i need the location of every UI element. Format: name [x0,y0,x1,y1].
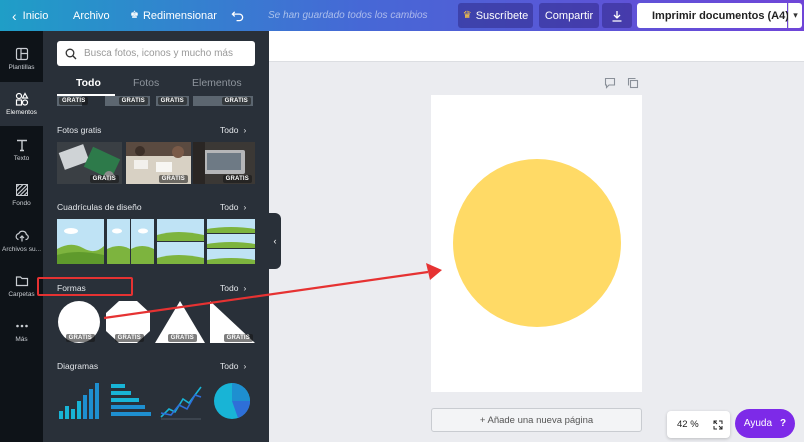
search-icon [65,48,77,59]
landscape-image [107,219,154,264]
yellow-circle-shape[interactable] [453,159,621,327]
triangle-shape[interactable]: GRATIS [155,301,205,343]
see-all-diagrams[interactable]: Todo › [220,361,246,371]
list-item[interactable]: GRATIS [156,96,189,106]
grid-template[interactable] [157,219,204,264]
print-options-button[interactable]: ▾ [788,3,802,28]
tab-elements[interactable]: Elementos [192,77,242,89]
right-triangle-shape[interactable]: GRATIS [210,301,255,343]
file-menu[interactable]: Archivo [73,0,110,31]
landscape-image [207,219,255,264]
print-button[interactable]: Imprimir documentos (A4) [637,3,789,28]
canvas-toolbar [269,31,804,62]
horizontal-bar-template[interactable] [109,381,153,421]
chevron-left-icon: ‹ [273,236,277,246]
circle-shape[interactable]: GRATIS [57,301,101,343]
home-button[interactable]: ‹ Inicio [12,0,48,31]
highlight-box [37,277,133,296]
sidebar-item-elements[interactable]: Elementos [0,82,43,126]
background-icon [15,184,28,196]
section-title-diagrams: Diagramas [57,361,99,371]
elements-panel: Todo Fotos Elementos GRATIS GRATIS GRATI… [43,31,269,442]
chevron-right-icon: › [243,283,247,293]
fullscreen-icon[interactable] [713,420,723,430]
comment-icon[interactable] [604,77,616,89]
text-icon [16,139,27,152]
landscape-image [157,219,204,264]
resize-button[interactable]: ♚ Redimensionar [130,0,217,31]
grid-template[interactable] [207,219,255,264]
search-input[interactable] [84,48,244,59]
chevron-left-icon: ‹ [12,7,17,24]
elements-icon [15,92,29,106]
see-all-shapes[interactable]: Todo › [220,283,246,293]
search-box[interactable] [57,41,255,66]
templates-icon [15,47,28,61]
pie-chart-icon [214,383,251,419]
duplicate-page-icon[interactable] [627,77,639,89]
download-button[interactable] [602,3,632,28]
help-button[interactable]: Ayuda ? [735,409,795,438]
question-icon: ? [780,418,787,429]
bar-chart-icon [59,383,99,419]
sidebar-item-more[interactable]: Más [0,309,43,353]
collapse-panel-button[interactable]: ‹ [269,213,281,269]
photo-thumbnail[interactable]: GRATIS [193,142,255,184]
save-status: Se han guardado todos los cambios [268,10,428,21]
section-title-grids: Cuadrículas de diseño [57,202,142,212]
chevron-right-icon: › [243,125,247,135]
uploads-icon [15,230,29,242]
grid-template[interactable] [107,219,154,264]
subscribe-button[interactable]: ♛ Suscríbete [458,3,533,28]
undo-button[interactable] [231,0,244,31]
list-item[interactable]: GRATIS [193,96,253,106]
grid-template[interactable] [57,219,104,264]
bar-chart-template[interactable] [57,381,103,421]
chevron-right-icon: › [243,361,247,371]
sidebar-item-uploads[interactable]: Archivos su... [0,219,43,263]
chevron-down-icon: ▾ [793,10,798,20]
line-chart-icon [160,386,202,420]
panel-tabs: Todo Fotos Elementos [43,73,269,96]
folder-icon [15,276,28,287]
sidebar-item-text[interactable]: Texto [0,128,43,172]
tab-photos[interactable]: Fotos [133,77,159,89]
share-button[interactable]: Compartir [539,3,599,28]
chevron-right-icon: › [243,202,247,212]
photo-thumbnail[interactable]: GRATIS [126,142,191,184]
landscape-image [57,219,104,264]
list-item[interactable]: GRATIS [57,96,89,106]
section-title-photos: Fotos gratis [57,125,102,135]
resize-icon: ♚ [130,10,139,21]
horizontal-bar-chart-icon [111,384,151,416]
sidebar-nav: Plantillas Elementos Texto Fondo Archivo… [0,31,43,442]
sidebar-item-background[interactable]: Fondo [0,173,43,217]
tab-all[interactable]: Todo [76,77,101,89]
sidebar-item-templates[interactable]: Plantillas [0,37,43,81]
pie-chart-template[interactable] [212,381,252,421]
undo-icon [231,11,244,22]
zoom-control[interactable]: 42 % [667,411,730,438]
see-all-photos[interactable]: Todo › [220,125,246,135]
octagon-shape[interactable]: GRATIS [106,301,150,343]
see-all-grids[interactable]: Todo › [220,202,246,212]
crown-icon: ♛ [462,10,472,21]
photo-thumbnail[interactable]: GRATIS [57,142,122,184]
add-page-button[interactable]: + Añade una nueva página [431,408,642,432]
download-icon [612,10,622,22]
top-bar: ‹ Inicio Archivo ♚ Redimensionar Se han … [0,0,804,31]
list-item[interactable]: GRATIS [105,96,150,106]
line-chart-template[interactable] [159,381,203,421]
more-icon [15,324,28,328]
